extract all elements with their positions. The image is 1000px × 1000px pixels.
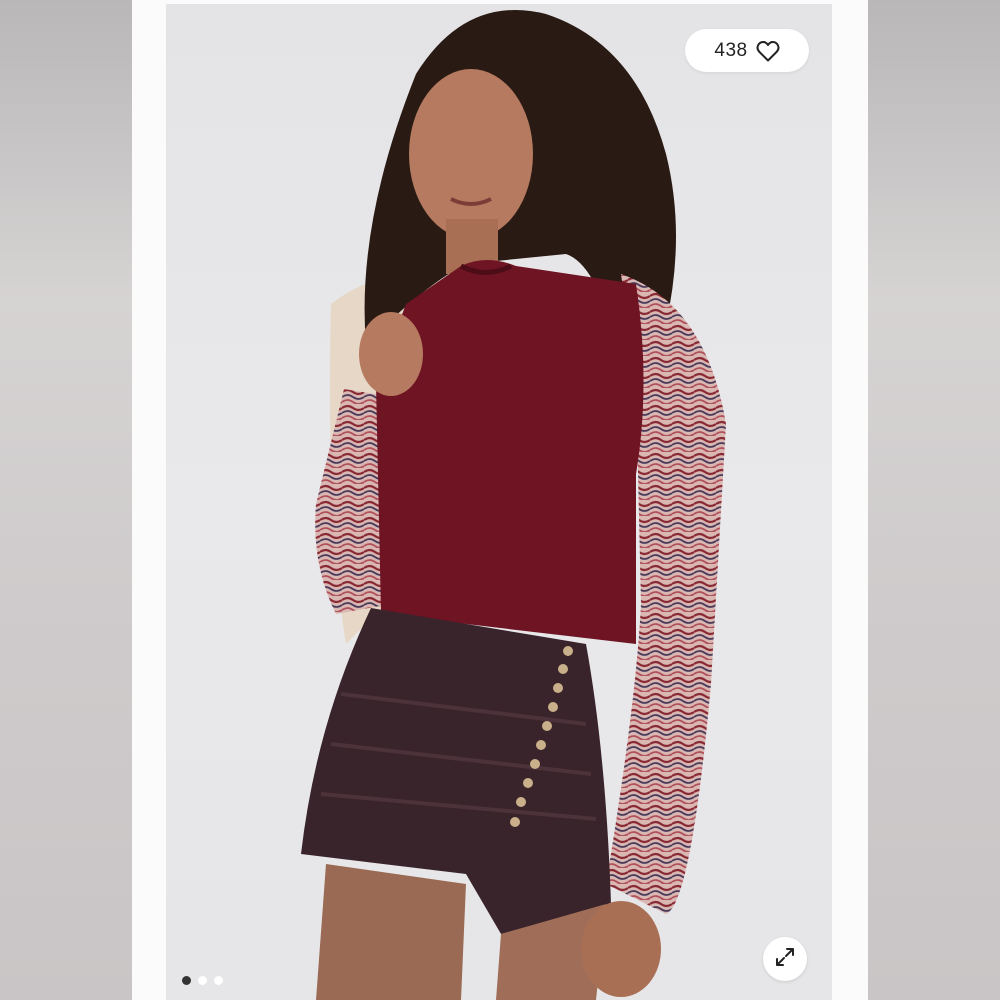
product-photo[interactable]	[166, 4, 832, 1000]
right-blurred-backdrop	[868, 0, 1000, 1000]
heart-icon	[756, 40, 780, 62]
carousel-dot-2[interactable]	[198, 976, 207, 985]
likes-button[interactable]: 438	[685, 29, 809, 72]
expand-icon	[773, 945, 797, 974]
carousel-dot-3[interactable]	[214, 976, 223, 985]
carousel-dots	[182, 976, 223, 985]
likes-count: 438	[714, 39, 748, 61]
carousel-dot-1[interactable]	[182, 976, 191, 985]
model-illustration	[301, 10, 726, 1000]
expand-image-button[interactable]	[763, 937, 807, 981]
left-blurred-backdrop	[0, 0, 132, 1000]
